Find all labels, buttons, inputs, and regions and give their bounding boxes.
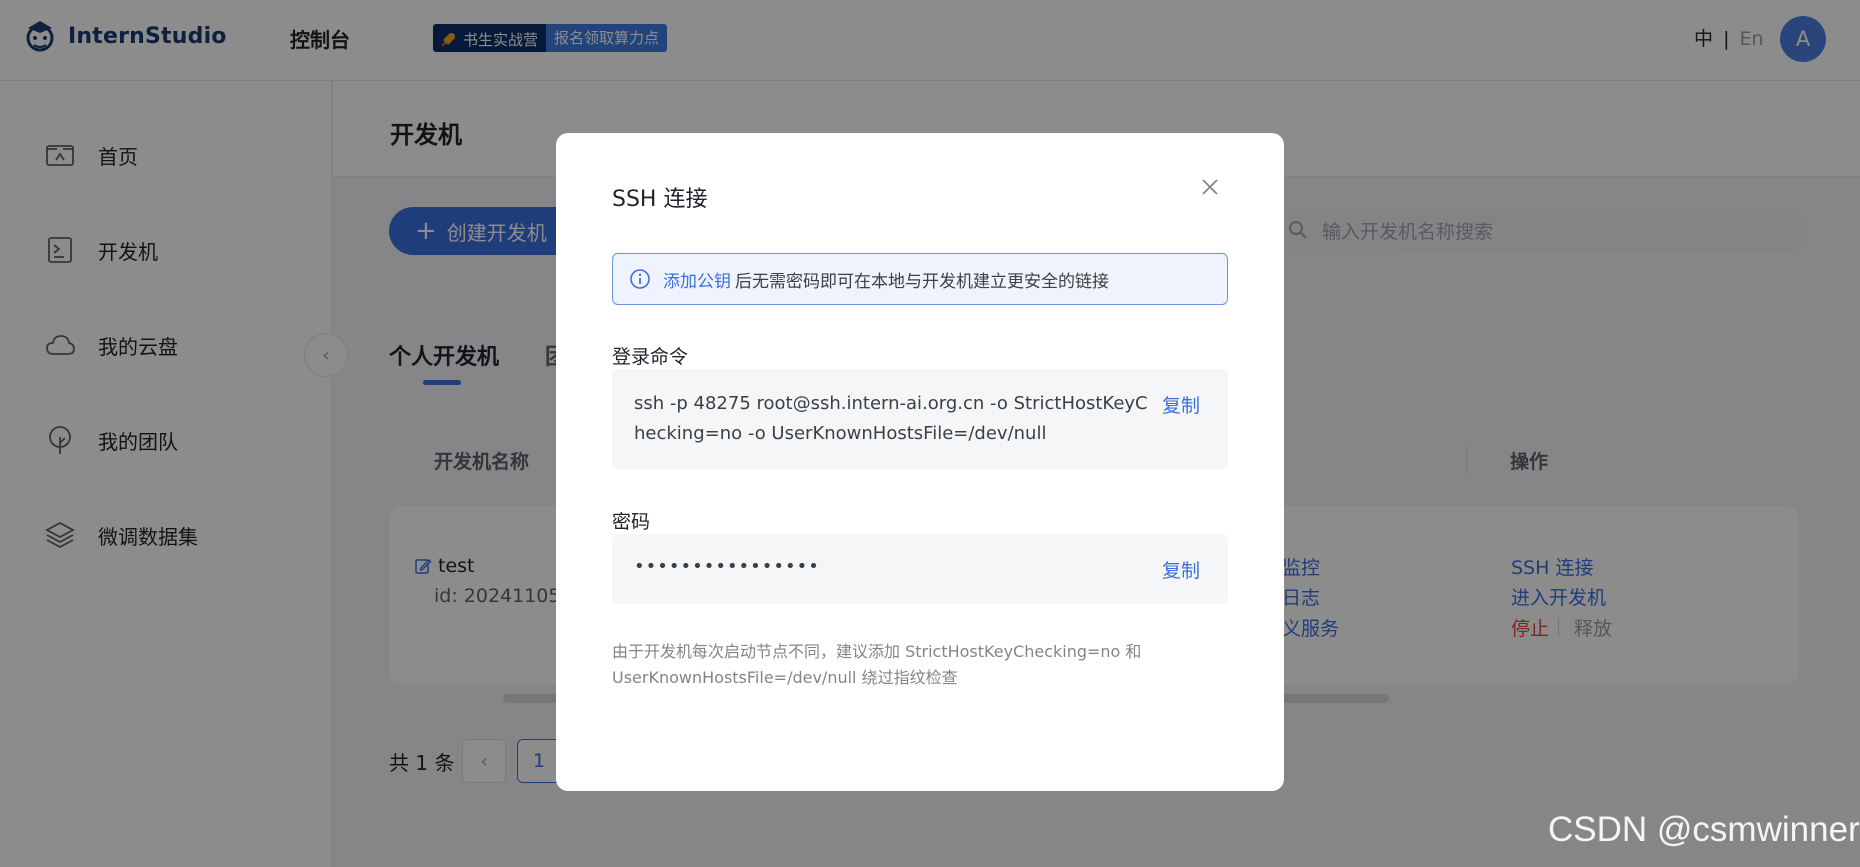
add-public-key-link[interactable]: 添加公钥 (663, 267, 731, 292)
app-root: InternStudio 控制台 书生实战营 报名领取算力点 中 | En A (0, 0, 1860, 867)
password-box: •••••••••••••••• 复制 (612, 534, 1228, 604)
password-masked: •••••••••••••••• (634, 556, 820, 577)
info-text: 后无需密码即可在本地与开发机建立更安全的链接 (735, 271, 1109, 292)
watermark: CSDN @csmwinner (1548, 810, 1860, 849)
copy-password-button[interactable]: 复制 (1162, 556, 1200, 583)
login-command-label: 登录命令 (612, 346, 689, 368)
password-label: 密码 (612, 511, 651, 533)
fingerprint-hint: 由于开发机每次启动节点不同，建议添加 StrictHostKeyChecking… (612, 642, 1142, 687)
info-alert: 添加公钥 后无需密码即可在本地与开发机建立更安全的链接 (612, 253, 1228, 305)
login-command-box: ssh -p 48275 root@ssh.intern-ai.org.cn -… (612, 369, 1228, 469)
close-icon[interactable] (1196, 173, 1224, 201)
ssh-connect-modal: SSH 连接 添加公钥 后无需密码即可在本地与开发机建立更安全的链接 登录命令 … (556, 133, 1284, 791)
info-icon (630, 269, 650, 289)
copy-command-button[interactable]: 复制 (1162, 391, 1200, 418)
login-command-text: ssh -p 48275 root@ssh.intern-ai.org.cn -… (634, 393, 1148, 444)
modal-title: SSH 连接 (612, 187, 708, 212)
